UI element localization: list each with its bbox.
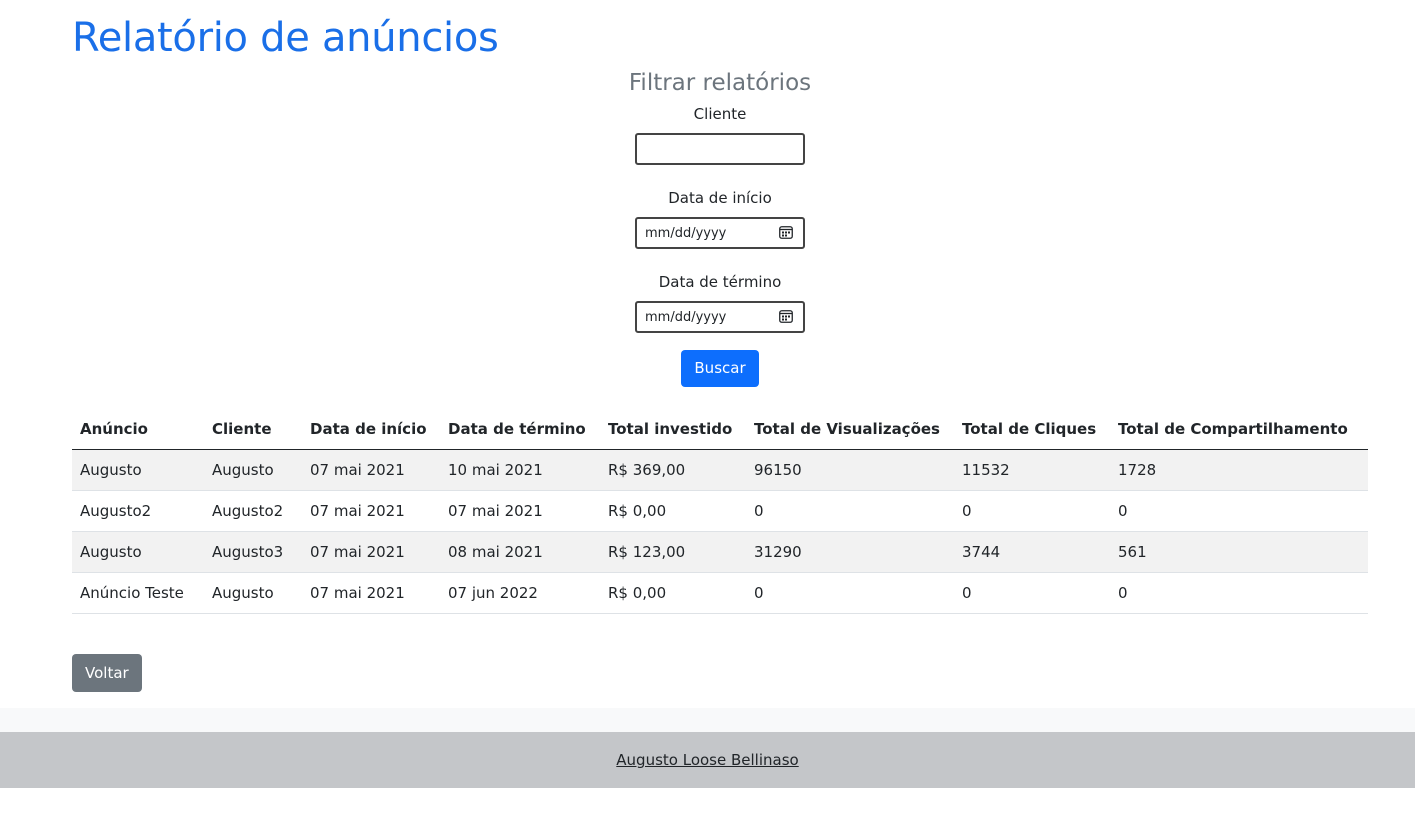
column-header: Total de Cliques bbox=[954, 409, 1110, 450]
start-date-input[interactable]: mm/dd/yyyy bbox=[635, 217, 805, 249]
client-label: Cliente bbox=[693, 105, 747, 123]
table-cell: R$ 0,00 bbox=[600, 572, 746, 614]
table-cell: 96150 bbox=[746, 449, 954, 491]
table-cell: 0 bbox=[746, 490, 954, 532]
start-date-placeholder: mm/dd/yyyy bbox=[645, 226, 727, 241]
report-table: Anúncio Cliente Data de início Data de t… bbox=[72, 409, 1368, 614]
table-cell: 0 bbox=[1110, 572, 1368, 614]
table-cell: Anúncio Teste bbox=[72, 572, 204, 614]
table-cell: 11532 bbox=[954, 449, 1110, 491]
table-row: Augusto2 Augusto2 07 mai 2021 07 mai 202… bbox=[72, 490, 1368, 532]
footer-spacer bbox=[0, 708, 1415, 732]
table-cell: R$ 123,00 bbox=[600, 531, 746, 573]
footer: Augusto Loose Bellinaso bbox=[0, 732, 1415, 788]
table-cell: 07 mai 2021 bbox=[302, 490, 440, 532]
client-input[interactable] bbox=[635, 133, 805, 165]
table-cell: Augusto bbox=[72, 449, 204, 491]
table-cell: Augusto2 bbox=[72, 490, 204, 532]
back-button[interactable]: Voltar bbox=[72, 654, 142, 692]
table-header-row: Anúncio Cliente Data de início Data de t… bbox=[72, 409, 1368, 450]
column-header: Total investido bbox=[600, 409, 746, 450]
filter-title: Filtrar relatórios bbox=[628, 70, 812, 96]
table-cell: 0 bbox=[1110, 490, 1368, 532]
table-cell: 10 mai 2021 bbox=[440, 449, 600, 491]
table-cell: 31290 bbox=[746, 531, 954, 573]
table-cell: 0 bbox=[746, 572, 954, 614]
table-cell: 0 bbox=[954, 572, 1110, 614]
table-cell: Augusto bbox=[72, 531, 204, 573]
table-row: Augusto Augusto 07 mai 2021 10 mai 2021 … bbox=[72, 449, 1368, 491]
column-header: Data de início bbox=[302, 409, 440, 450]
table-cell: 07 jun 2022 bbox=[440, 572, 600, 614]
column-header: Cliente bbox=[204, 409, 302, 450]
column-header: Total de Compartilhamento bbox=[1110, 409, 1368, 450]
table-cell: Augusto bbox=[204, 449, 302, 491]
table-row: Anúncio Teste Augusto 07 mai 2021 07 jun… bbox=[72, 572, 1368, 614]
calendar-icon[interactable] bbox=[779, 309, 793, 323]
table-cell: Augusto bbox=[204, 572, 302, 614]
table-cell: 561 bbox=[1110, 531, 1368, 573]
end-date-input[interactable]: mm/dd/yyyy bbox=[635, 301, 805, 333]
table-cell: 07 mai 2021 bbox=[302, 531, 440, 573]
table-cell: Augusto3 bbox=[204, 531, 302, 573]
table-row: Augusto Augusto3 07 mai 2021 08 mai 2021… bbox=[72, 531, 1368, 573]
table-cell: 07 mai 2021 bbox=[302, 449, 440, 491]
author-link[interactable]: Augusto Loose Bellinaso bbox=[616, 751, 798, 769]
page-title: Relatório de anúncios bbox=[72, 15, 499, 61]
search-button[interactable]: Buscar bbox=[681, 350, 759, 387]
table-cell: 1728 bbox=[1110, 449, 1368, 491]
column-header: Anúncio bbox=[72, 409, 204, 450]
table-cell: 3744 bbox=[954, 531, 1110, 573]
column-header: Total de Visualizações bbox=[746, 409, 954, 450]
table-cell: 07 mai 2021 bbox=[302, 572, 440, 614]
table-cell: 0 bbox=[954, 490, 1110, 532]
table-cell: Augusto2 bbox=[204, 490, 302, 532]
table-cell: R$ 369,00 bbox=[600, 449, 746, 491]
end-date-label: Data de término bbox=[658, 273, 782, 291]
calendar-icon[interactable] bbox=[779, 225, 793, 239]
filter-form: Filtrar relatórios Cliente Data de iníci… bbox=[72, 64, 1368, 387]
end-date-placeholder: mm/dd/yyyy bbox=[645, 310, 727, 325]
table-cell: R$ 0,00 bbox=[600, 490, 746, 532]
start-date-label: Data de início bbox=[668, 189, 772, 207]
column-header: Data de término bbox=[440, 409, 600, 450]
table-cell: 07 mai 2021 bbox=[440, 490, 600, 532]
table-cell: 08 mai 2021 bbox=[440, 531, 600, 573]
